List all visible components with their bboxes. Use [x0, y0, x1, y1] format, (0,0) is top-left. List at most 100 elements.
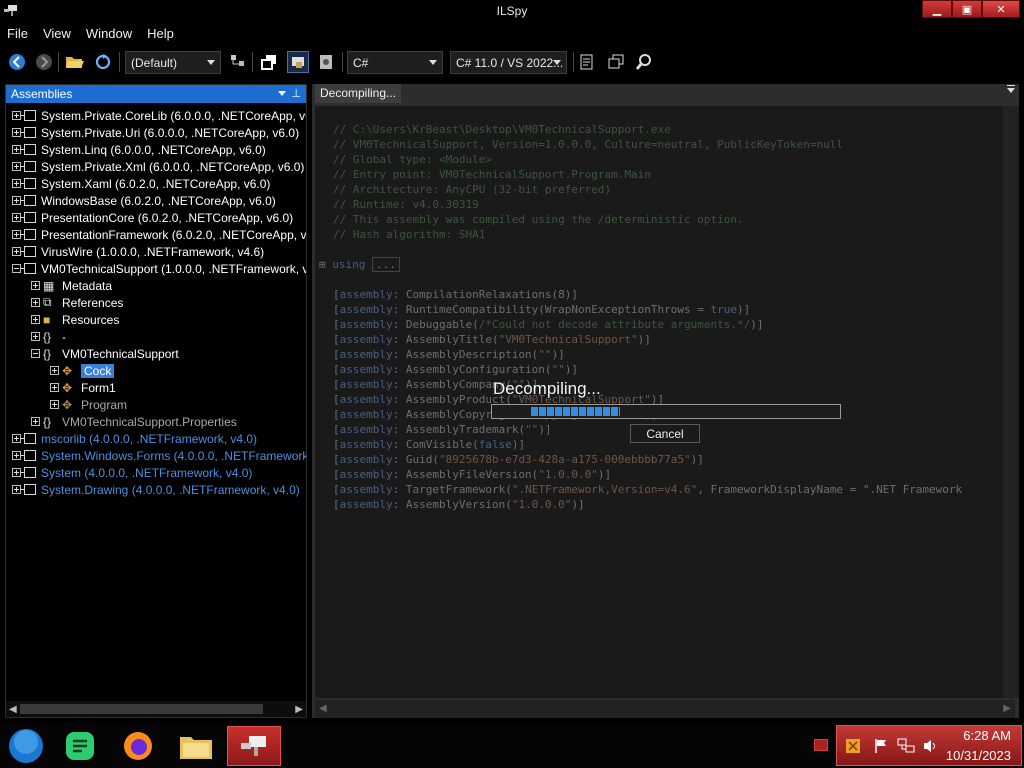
- tree-horizontal-scrollbar[interactable]: ◀ ▶: [6, 701, 306, 717]
- toolbar-separator: [252, 52, 253, 72]
- scroll-left-icon[interactable]: ◀: [9, 704, 17, 715]
- tree-item[interactable]: PresentationFramework (6.0.2.0, .NETCore…: [12, 226, 306, 243]
- language-combo-value: C#: [353, 56, 369, 70]
- tree-item[interactable]: VirusWire (1.0.0.0, .NETFramework, v4.6): [12, 243, 264, 260]
- search-icon: [635, 54, 651, 70]
- tree-item[interactable]: System.Windows.Forms (4.0.0.0, .NETFrame…: [12, 447, 306, 464]
- code-bracket: [: [333, 303, 340, 316]
- back-button[interactable]: [7, 52, 27, 72]
- show-private-button[interactable]: [287, 51, 309, 73]
- tree-item[interactable]: System.Linq (6.0.0.0, .NETCoreApp, v6.0): [12, 141, 266, 158]
- reload-button[interactable]: [93, 52, 113, 72]
- tree-item[interactable]: {} VM0TechnicalSupport: [31, 345, 179, 362]
- expand-icon[interactable]: [31, 315, 40, 324]
- network-icon[interactable]: [897, 738, 915, 754]
- tree-item[interactable]: System.Private.CoreLib (6.0.0.0, .NETCor…: [12, 107, 306, 124]
- menu-file[interactable]: File: [7, 26, 28, 41]
- tree-item[interactable]: ✥ Form1: [50, 379, 116, 396]
- expand-icon[interactable]: [50, 400, 59, 409]
- menu-view[interactable]: View: [43, 26, 71, 41]
- tab-list-icon[interactable]: [1007, 85, 1015, 93]
- tree-item[interactable]: System.Private.Xml (6.0.0.0, .NETCoreApp…: [12, 158, 304, 175]
- code-text-run: : CompilationRelaxations(8)]: [392, 288, 579, 301]
- tree-item[interactable]: System.Private.Uri (6.0.0.0, .NETCoreApp…: [12, 124, 299, 141]
- code-bracket: [: [333, 468, 340, 481]
- tree-item[interactable]: System.Drawing (4.0.0.0, .NETFramework, …: [12, 481, 300, 498]
- scroll-right-icon[interactable]: ▶: [1003, 703, 1011, 714]
- code-bracket: [: [333, 318, 340, 331]
- tree-item[interactable]: mscorlib (4.0.0.0, .NETFramework, v4.0): [12, 430, 257, 447]
- scrollbar-thumb[interactable]: [20, 704, 263, 714]
- menu-window[interactable]: Window: [86, 26, 132, 41]
- taskbar-app-ilspy[interactable]: [227, 726, 281, 766]
- expand-icon[interactable]: [31, 417, 40, 426]
- code-comment-line: // Entry point: VM0TechnicalSupport.Prog…: [333, 167, 962, 182]
- scroll-left-icon[interactable]: ◀: [319, 703, 327, 714]
- tree-item[interactable]: {} VM0TechnicalSupport.Properties: [31, 413, 237, 430]
- tree-item[interactable]: ✥ Cock: [50, 362, 115, 379]
- collapse-icon[interactable]: [31, 349, 40, 358]
- tree-item[interactable]: {} -: [31, 328, 66, 345]
- code-editor[interactable]: // C:\Users\KrBeast\Desktop\VM0Technical…: [315, 106, 1015, 698]
- tree-item[interactable]: WindowsBase (6.0.2.0, .NETCoreApp, v6.0): [12, 192, 276, 209]
- assembly-icon: [20, 246, 36, 257]
- language-version-combo-value: C# 11.0 / VS 2022...: [456, 56, 564, 70]
- start-button[interactable]: [6, 726, 46, 766]
- tree-item[interactable]: ⧉ References: [31, 294, 123, 311]
- forward-button[interactable]: [34, 52, 54, 72]
- code-bracket: [: [333, 423, 340, 436]
- clock-date[interactable]: 10/31/2023: [946, 748, 1011, 763]
- open-button[interactable]: [65, 52, 85, 72]
- assembly-list-button[interactable]: [578, 52, 598, 72]
- language-version-combo[interactable]: C# 11.0 / VS 2022...: [450, 51, 567, 74]
- taskbar-app-explorer[interactable]: [176, 726, 216, 766]
- expand-icon[interactable]: [31, 298, 40, 307]
- chevron-down-icon[interactable]: [278, 91, 286, 96]
- cancel-button[interactable]: Cancel: [630, 424, 700, 443]
- editor-horizontal-scrollbar[interactable]: ◀ ▶: [315, 700, 1015, 718]
- scroll-right-icon[interactable]: ▶: [295, 704, 303, 715]
- volume-icon[interactable]: [923, 738, 939, 754]
- expand-icon[interactable]: [50, 383, 59, 392]
- code-text-run: : Debuggable(: [392, 318, 479, 331]
- maximize-button[interactable]: ▣: [952, 0, 982, 18]
- minimize-button[interactable]: ▁: [922, 0, 952, 18]
- code-keyword: assembly: [339, 288, 393, 301]
- taskbar-app-notes[interactable]: [60, 726, 100, 766]
- show-hidden-icons[interactable]: [814, 739, 828, 751]
- code-text-run: )]: [737, 303, 751, 316]
- filter-combo[interactable]: (Default): [125, 51, 221, 74]
- expand-icon[interactable]: [31, 332, 40, 341]
- tab-decompiling[interactable]: Decompiling...: [315, 84, 402, 103]
- clock-time[interactable]: 6:28 AM: [963, 728, 1011, 743]
- tree-item[interactable]: ✥ Program: [50, 396, 127, 413]
- menu-help[interactable]: Help: [147, 26, 174, 41]
- manage-lists-button[interactable]: [606, 52, 626, 72]
- expand-icon[interactable]: [50, 366, 59, 375]
- class-icon: ✥: [62, 363, 73, 378]
- tree-item[interactable]: System.Xaml (6.0.2.0, .NETCoreApp, v6.0): [12, 175, 270, 192]
- show-api-button[interactable]: [228, 52, 248, 72]
- assembly-tree[interactable]: System.Private.CoreLib (6.0.0.0, .NETCor…: [6, 105, 306, 700]
- code-string: ".NETFramework,Version=v4.6": [511, 483, 698, 496]
- code-using-line[interactable]: ⊞ using ...: [319, 257, 962, 272]
- tree-item[interactable]: ■ Resources: [31, 311, 119, 328]
- tree-item[interactable]: PresentationCore (6.0.2.0, .NETCoreApp, …: [12, 209, 293, 226]
- tree-item[interactable]: ▦ Metadata: [31, 277, 112, 294]
- tree-item[interactable]: System (4.0.0.0, .NETFramework, v4.0): [12, 464, 252, 481]
- code-string: "": [551, 363, 565, 376]
- search-button[interactable]: [634, 52, 654, 72]
- expand-icon[interactable]: [31, 281, 40, 290]
- sync-tree-button[interactable]: [259, 52, 279, 72]
- pin-icon[interactable]: ⊥: [291, 87, 301, 100]
- code-bracket: [: [333, 408, 340, 421]
- tree-item[interactable]: VM0TechnicalSupport (1.0.0.0, .NETFramew…: [12, 260, 306, 277]
- taskbar-app-firefox[interactable]: [118, 726, 158, 766]
- code-keyword: assembly: [339, 318, 393, 331]
- editor-vertical-scrollbar[interactable]: [1003, 106, 1019, 698]
- close-button[interactable]: ✕: [982, 0, 1020, 18]
- show-compiler-generated-button[interactable]: [316, 52, 336, 72]
- tray-app-icon[interactable]: [845, 738, 861, 754]
- language-combo[interactable]: C#: [347, 51, 443, 74]
- flag-icon[interactable]: [873, 738, 889, 754]
